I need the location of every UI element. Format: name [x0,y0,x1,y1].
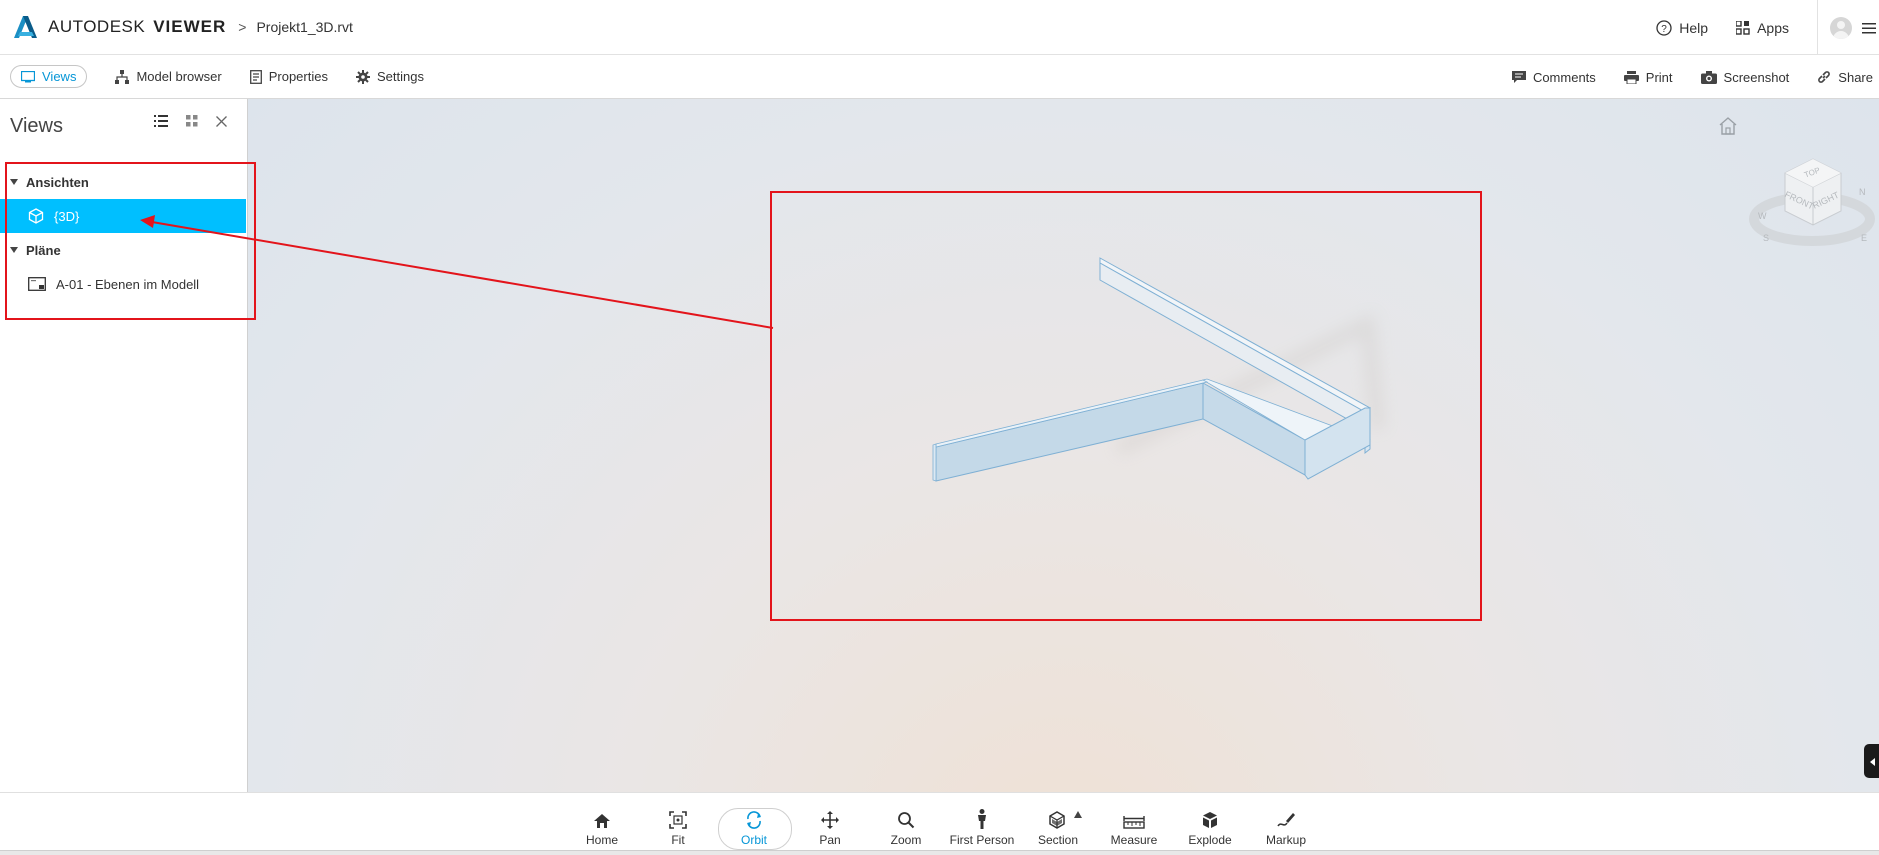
home-tool[interactable]: Home [564,799,640,851]
compass-e-label: E [1861,233,1867,243]
autodesk-viewer-app: AUTODESK VIEWER > Projekt1_3D.rvt ? Help [0,0,1879,855]
views-tab[interactable]: Views [10,65,88,88]
help-label: Help [1679,19,1709,36]
pan-icon [821,811,839,829]
comments-label: Comments [1532,69,1596,85]
tool-label: Explode [1188,833,1232,847]
expand-arrow-icon[interactable] [1074,811,1082,818]
close-icon[interactable] [216,115,227,127]
help-icon: ? [1656,19,1672,36]
markup-icon [1277,813,1295,827]
annotation-box-model [770,191,1482,621]
avatar[interactable] [1830,16,1852,39]
home-icon [594,814,610,828]
tool-label: First Person [949,833,1015,847]
views-tab-label: Views [42,69,77,84]
toolbar-right-actions: Comments Print Screenshot Share [1511,55,1879,99]
tool-label: Orbit [740,833,767,847]
share-button[interactable]: Share [1817,70,1873,85]
section-icon [1049,811,1065,829]
home-view-icon[interactable] [1718,117,1738,140]
share-label: Share [1838,69,1873,85]
panel-tools [136,115,227,127]
viewcube[interactable]: TOP FRONT RIGHT W N S E [1749,133,1879,253]
views-icon [21,70,35,82]
model-browser-icon [115,69,130,84]
collapse-side-tab[interactable] [1864,744,1879,778]
model-browser-tab[interactable]: Model browser [115,69,222,84]
file-name: Projekt1_3D.rvt [256,19,353,35]
bottom-page-strip [0,850,1879,855]
properties-tab[interactable]: Properties [249,69,328,84]
navigation-tools: Home Fit Orbit Pan Zoom First Person Sec… [564,793,1324,851]
measure-tool[interactable]: Measure [1096,799,1172,851]
autodesk-logo-icon [14,16,37,38]
markup-tool[interactable]: Markup [1248,799,1324,851]
model-browser-label: Model browser [136,69,222,84]
header-actions: ? Help Apps [1656,0,1879,55]
first-person-icon [978,809,986,829]
tool-label: Measure [1110,833,1158,847]
brand-product: VIEWER [153,17,227,36]
apps-grid-icon [1736,20,1750,35]
apps-label: Apps [1757,19,1789,36]
settings-label: Settings [376,69,424,84]
tool-label: Zoom [890,833,922,847]
compass-n-label: N [1859,187,1866,197]
grid-view-icon[interactable] [186,115,198,127]
hamburger-menu-icon[interactable] [1862,21,1876,35]
panel-title: Views [10,114,63,137]
tool-label: Home [585,833,618,847]
fit-icon [669,811,687,829]
list-view-icon[interactable] [154,115,168,127]
fit-tool[interactable]: Fit [640,799,716,851]
comments-button[interactable]: Comments [1511,69,1596,85]
section-tool[interactable]: Section [1020,799,1096,851]
zoom-icon [898,812,915,829]
screenshot-label: Screenshot [1723,69,1790,85]
comment-icon [1511,70,1526,83]
app-header: AUTODESK VIEWER > Projekt1_3D.rvt ? Help [0,0,1879,55]
main-toolbar: Views Model browser Properties Settings … [0,55,1879,99]
explode-tool[interactable]: Explode [1172,799,1248,851]
annotation-box-tree [5,162,256,320]
printer-icon [1623,70,1639,84]
tool-label: Pan [819,833,841,847]
pan-tool[interactable]: Pan [792,799,868,851]
user-menu[interactable] [1817,0,1879,55]
help-button[interactable]: ? Help [1656,20,1708,36]
tool-label: Fit [671,833,685,847]
camera-icon [1700,70,1717,84]
brand-name: AUTODESK [48,17,146,36]
breadcrumb-separator: > [238,19,247,35]
link-icon [1818,71,1831,83]
apps-button[interactable]: Apps [1736,20,1789,36]
brand[interactable]: AUTODESK VIEWER [12,15,226,39]
properties-icon [249,69,262,84]
svg-text:?: ? [1662,24,1668,35]
print-label: Print [1645,69,1673,85]
explode-icon [1203,812,1217,828]
measure-icon [1123,816,1145,829]
navigation-toolbar: Home Fit Orbit Pan Zoom First Person Sec… [0,792,1879,850]
print-button[interactable]: Print [1623,69,1673,85]
compass-w-label: W [1758,211,1767,221]
gear-icon [355,69,370,84]
zoom-tool[interactable]: Zoom [868,799,944,851]
tool-label: Markup [1265,833,1306,847]
tool-label: Section [1037,833,1079,847]
properties-label: Properties [268,69,328,84]
settings-tab[interactable]: Settings [355,69,424,84]
compass-s-label: S [1763,233,1769,243]
orbit-tool[interactable]: Orbit [716,799,792,851]
orbit-icon [747,811,761,829]
screenshot-button[interactable]: Screenshot [1700,69,1790,85]
first-person-tool[interactable]: First Person [944,799,1020,851]
